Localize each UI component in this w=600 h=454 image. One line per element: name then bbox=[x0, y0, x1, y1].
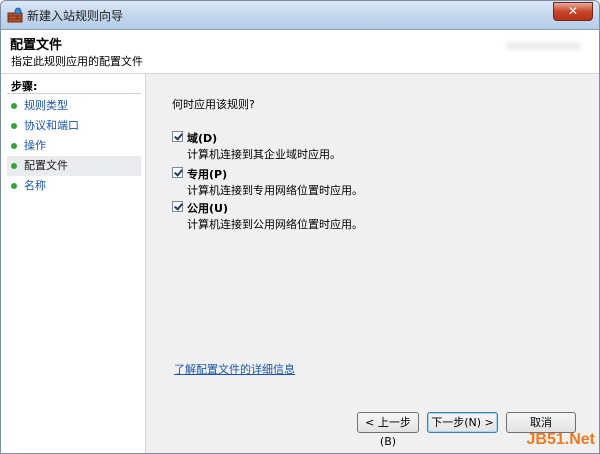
step-protocol-ports[interactable]: 协议和端口 bbox=[7, 116, 141, 136]
domain-description: 计算机连接到其企业域时应用。 bbox=[187, 148, 341, 161]
firewall-app-icon bbox=[7, 7, 23, 23]
step-label: 规则类型 bbox=[24, 99, 68, 112]
page-subtitle: 指定此规则应用的配置文件 bbox=[11, 55, 143, 68]
step-label: 操作 bbox=[24, 139, 46, 152]
content-panel: 何时应用该规则? 域(D) 计算机连接到其企业域时应用。 专用(P) 计算机连接… bbox=[146, 74, 599, 453]
step-bullet-icon bbox=[11, 123, 17, 129]
private-checkbox[interactable] bbox=[172, 167, 183, 178]
step-rule-type[interactable]: 规则类型 bbox=[7, 96, 141, 116]
public-label[interactable]: 公用(U) bbox=[187, 200, 228, 216]
step-bullet-icon bbox=[11, 163, 17, 169]
wizard-header: 配置文件 指定此规则应用的配置文件 bbox=[1, 30, 599, 74]
step-bullet-icon bbox=[11, 103, 17, 109]
steps-sidebar: 步骤: 规则类型 协议和端口 操作 配置文件 名称 bbox=[1, 74, 146, 453]
back-button[interactable]: < 上一步(B) bbox=[357, 412, 419, 448]
private-label[interactable]: 专用(P) bbox=[187, 166, 227, 182]
step-label: 名称 bbox=[24, 179, 46, 192]
step-label: 配置文件 bbox=[24, 159, 68, 172]
step-bullet-icon bbox=[11, 183, 17, 189]
window-title: 新建入站规则向导 bbox=[27, 9, 124, 23]
title-bar[interactable]: 新建入站规则向导 ✕ bbox=[1, 1, 599, 30]
step-action[interactable]: 操作 bbox=[7, 136, 141, 156]
step-profile[interactable]: 配置文件 bbox=[7, 156, 141, 176]
header-decoration bbox=[506, 42, 581, 50]
public-checkbox[interactable] bbox=[172, 201, 183, 212]
domain-label[interactable]: 域(D) bbox=[187, 130, 217, 146]
steps-label: 步骤: bbox=[11, 80, 38, 93]
next-button[interactable]: 下一步(N) > bbox=[427, 412, 498, 433]
question-text: 何时应用该规则? bbox=[172, 98, 255, 111]
domain-checkbox[interactable] bbox=[172, 131, 183, 142]
close-icon: ✕ bbox=[567, 4, 579, 18]
page-title: 配置文件 bbox=[10, 38, 63, 53]
step-bullet-icon bbox=[11, 143, 17, 149]
close-button[interactable]: ✕ bbox=[553, 2, 593, 21]
watermark-text: JB51.Net bbox=[526, 431, 595, 448]
public-description: 计算机连接到公用网络位置时应用。 bbox=[187, 218, 363, 231]
steps-divider bbox=[7, 93, 141, 94]
step-name[interactable]: 名称 bbox=[7, 176, 141, 196]
cancel-button[interactable]: 取消 bbox=[506, 412, 576, 433]
step-label: 协议和端口 bbox=[24, 119, 79, 132]
wizard-window: 新建入站规则向导 ✕ 配置文件 指定此规则应用的配置文件 步骤: 规则类型 协议… bbox=[0, 0, 600, 454]
learn-more-link[interactable]: 了解配置文件的详细信息 bbox=[174, 361, 295, 377]
private-description: 计算机连接到专用网络位置时应用。 bbox=[187, 184, 363, 197]
